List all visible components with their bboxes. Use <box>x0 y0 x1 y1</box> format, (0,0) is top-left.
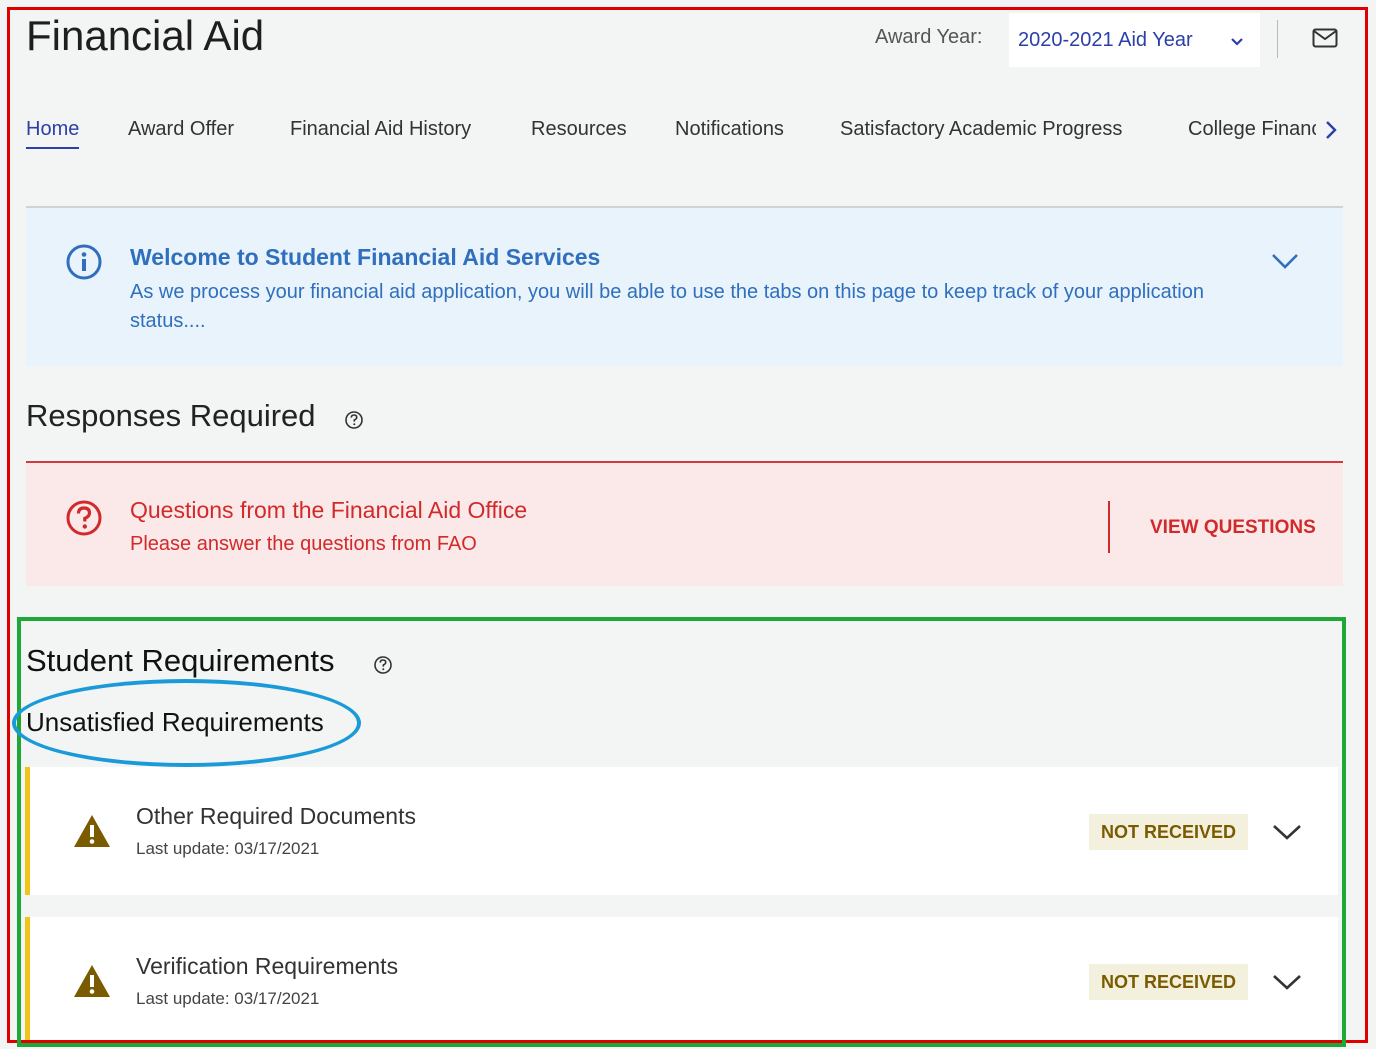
unsatisfied-requirements-heading: Unsatisfied Requirements <box>26 707 324 737</box>
tab-home[interactable]: Home <box>26 108 80 149</box>
tab-resources[interactable]: Resources <box>531 108 627 141</box>
mail-icon[interactable] <box>1312 28 1338 53</box>
page-title: Financial Aid <box>26 12 265 59</box>
help-icon[interactable] <box>344 410 364 435</box>
requirement-name: Verification Requirements <box>136 953 399 979</box>
help-icon[interactable] <box>373 655 393 680</box>
tab-college-financing[interactable]: College Financing <box>1188 108 1316 141</box>
info-icon <box>66 244 102 285</box>
requirement-updated: Last update: 03/17/2021 <box>136 989 320 1008</box>
chevron-down-icon[interactable] <box>1272 973 1302 996</box>
chevron-down-icon[interactable] <box>1272 823 1302 846</box>
welcome-title: Welcome to Student Financial Aid Service… <box>130 244 601 270</box>
status-badge: NOT RECEIVED <box>1089 964 1249 1000</box>
view-questions-button[interactable]: VIEW QUESTIONS <box>1150 517 1316 539</box>
status-badge: NOT RECEIVED <box>1089 814 1249 850</box>
responses-alert: Questions from the Financial Aid Office … <box>26 461 1343 586</box>
award-year-select[interactable]: 2020-2021 Aid Year <box>1009 13 1260 67</box>
tab-college-financing-label: College Financing <box>1188 118 1316 140</box>
requirement-row[interactable]: Other Required Documents Last update: 03… <box>25 767 1338 895</box>
question-icon <box>66 500 102 541</box>
requirement-updated: Last update: 03/17/2021 <box>136 839 320 858</box>
award-year-label: Award Year: <box>875 26 983 48</box>
chevron-down-icon <box>1230 34 1244 52</box>
alert-title: Questions from the Financial Aid Office <box>130 497 528 523</box>
welcome-body: As we process your financial aid applica… <box>130 281 1204 332</box>
requirement-row[interactable]: Verification Requirements Last update: 0… <box>25 917 1338 1045</box>
header-divider <box>1277 20 1278 58</box>
tab-award-offer[interactable]: Award Offer <box>128 108 234 141</box>
requirement-name: Other Required Documents <box>136 803 416 829</box>
warning-icon <box>72 813 112 854</box>
warning-icon <box>72 963 112 1004</box>
welcome-banner: Welcome to Student Financial Aid Service… <box>26 208 1343 366</box>
responses-required-heading: Responses Required <box>26 398 316 433</box>
award-year-value: 2020-2021 Aid Year <box>1018 28 1193 51</box>
student-requirements-heading: Student Requirements <box>26 643 335 678</box>
chevron-right-icon[interactable] <box>1325 120 1337 145</box>
tab-notifications[interactable]: Notifications <box>675 108 784 141</box>
chevron-down-icon[interactable] <box>1271 252 1299 275</box>
tab-financial-aid-history[interactable]: Financial Aid History <box>290 108 471 141</box>
alert-divider <box>1108 501 1110 553</box>
tab-satisfactory-academic-progress[interactable]: Satisfactory Academic Progress <box>840 108 1122 141</box>
alert-subtitle: Please answer the questions from FAO <box>130 533 477 555</box>
